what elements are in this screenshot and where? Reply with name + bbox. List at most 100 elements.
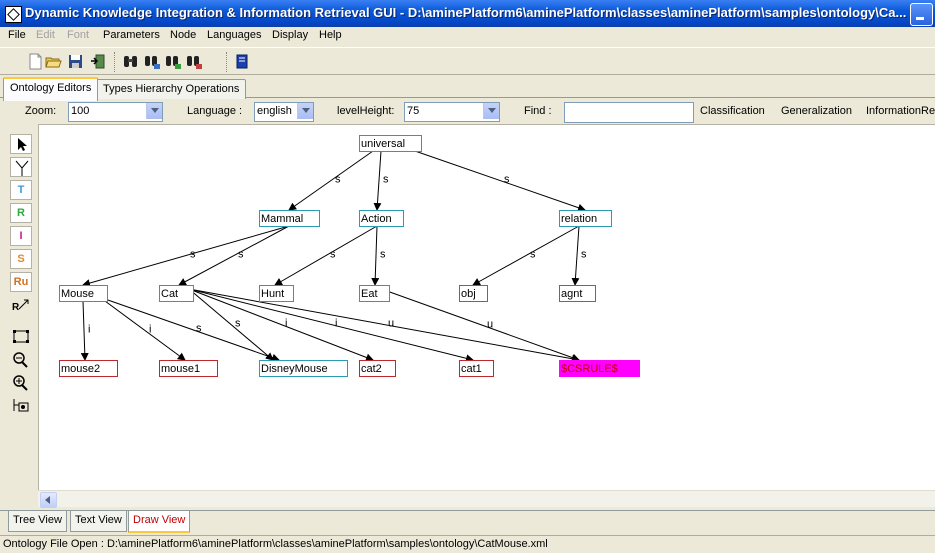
node-disneymouse[interactable]: DisneyMouse (259, 360, 348, 377)
language-combo[interactable]: english (254, 102, 314, 122)
title-bar: Dynamic Knowledge Integration & Informat… (0, 0, 935, 27)
node-cat1[interactable]: cat1 (459, 360, 494, 377)
node-eat[interactable]: Eat (359, 285, 390, 302)
zoom-in-icon[interactable] (10, 373, 32, 393)
scroll-left-button[interactable] (40, 492, 57, 508)
editor-tabs: Ontology Editors Types Hierarchy Operatio… (0, 76, 935, 101)
node-universal[interactable]: universal (359, 135, 422, 152)
node-mouse[interactable]: Mouse (59, 285, 108, 302)
rule-node-tool[interactable]: Ru (10, 272, 32, 292)
edge-universal-mammal[interactable] (288, 150, 374, 211)
binoculars-find-next-icon[interactable] (144, 53, 161, 70)
view-tab-draw-view[interactable]: Draw View (128, 511, 191, 533)
node-label: relation (561, 213, 597, 225)
information-retrieval-button[interactable]: InformationRet (866, 105, 935, 117)
pan-zoom-icon[interactable] (10, 396, 32, 416)
node-obj[interactable]: obj (459, 285, 488, 302)
app-icon (5, 6, 22, 23)
toolbar-separator (114, 52, 117, 72)
menu-parameters[interactable]: Parameters (103, 29, 160, 41)
edge-label: s (380, 249, 386, 261)
chevron-down-icon[interactable] (483, 103, 499, 119)
menu-file[interactable]: File (8, 29, 26, 41)
edge-label: s (335, 174, 341, 186)
window-title: Dynamic Knowledge Integration & Informat… (25, 5, 907, 20)
node-agnt[interactable]: agnt (559, 285, 596, 302)
edge-label: i (88, 324, 90, 336)
chevron-down-icon[interactable] (146, 103, 162, 119)
binoculars-find-prev-icon[interactable] (165, 53, 182, 70)
find-input[interactable] (564, 102, 694, 123)
menu-edit[interactable]: Edit (36, 29, 55, 41)
zoom-value: 100 (71, 105, 90, 117)
language-value: english (257, 105, 292, 117)
node-mouse2[interactable]: mouse2 (59, 360, 118, 377)
node-mouse1[interactable]: mouse1 (159, 360, 218, 377)
individual-node-tool[interactable]: I (10, 226, 32, 246)
node-action[interactable]: Action (359, 210, 404, 227)
edge-label: s (190, 249, 196, 261)
zoom-label: Zoom: (25, 105, 57, 117)
ontology-graph[interactable]: s s s s s s s s s i i s s i i u u universal Mammal Action r… (39, 125, 935, 490)
generalization-button[interactable]: Generalization (781, 105, 852, 117)
relation-node-tool[interactable]: R (10, 203, 32, 223)
draw-canvas[interactable]: s s s s s s s s s i i s s i i u u universal Mammal Action r… (38, 124, 935, 490)
menu-languages[interactable]: Languages (207, 29, 261, 41)
edge-mammal-cat[interactable] (178, 225, 290, 286)
new-file-icon[interactable] (27, 53, 44, 70)
situation-node-tool-label: S (17, 253, 25, 265)
menu-node[interactable]: Node (170, 29, 196, 41)
edge-relation-obj[interactable] (472, 225, 580, 286)
node-hunt[interactable]: Hunt (259, 285, 294, 302)
edge-relation-agnt[interactable] (571, 225, 580, 286)
menu-font[interactable]: Font (67, 29, 89, 41)
edge-action-hunt[interactable] (274, 225, 378, 286)
select-arrow-icon[interactable] (10, 134, 32, 154)
language-label: Language : (187, 105, 243, 117)
zoom-out-icon[interactable] (10, 350, 32, 370)
menu-help[interactable]: Help (319, 29, 342, 41)
node-relation[interactable]: relation (559, 210, 612, 227)
type-node-tool[interactable]: T (10, 180, 32, 200)
node-cat2[interactable]: cat2 (359, 360, 396, 377)
horizontal-scrollbar[interactable] (38, 490, 935, 508)
node-mammal[interactable]: Mammal (259, 210, 320, 227)
specialization-link-icon[interactable] (10, 157, 32, 177)
menu-display[interactable]: Display (272, 29, 308, 41)
classification-button[interactable]: Classification (700, 105, 765, 117)
edge-mammal-mouse[interactable] (82, 225, 290, 287)
exit-icon[interactable] (89, 53, 106, 70)
edge-label: u (487, 319, 493, 331)
binoculars-replace-icon[interactable] (186, 53, 203, 70)
minimize-button[interactable] (910, 3, 933, 26)
edge-action-eat[interactable] (371, 225, 380, 286)
level-height-combo[interactable]: 75 (404, 102, 500, 122)
type-node-tool-label: T (17, 184, 25, 196)
edge-mouse-disneymouse[interactable] (104, 298, 280, 362)
node-csrule[interactable]: $CSRULE$ (559, 360, 640, 377)
zoom-combo[interactable]: 100 (68, 102, 163, 122)
edge-label: s (383, 174, 389, 186)
individual-node-tool-label: I (19, 230, 23, 242)
node-label: $CSRULE$ (561, 363, 618, 375)
menu-bar: File Edit Font Parameters Node Languages Displ… (0, 27, 935, 46)
situation-node-tool[interactable]: S (10, 249, 32, 269)
save-icon[interactable] (67, 53, 84, 70)
view-tab-tree-view[interactable]: Tree View (8, 511, 67, 532)
edge-label: i (149, 324, 151, 336)
toolbar (0, 47, 935, 75)
edge-universal-relation[interactable] (414, 150, 586, 212)
fit-layout-icon[interactable] (10, 327, 32, 347)
help-book-icon[interactable] (234, 53, 251, 70)
binoculars-icon[interactable] (122, 53, 139, 70)
edge-link-icon[interactable]: R (10, 295, 32, 315)
view-tab-text-view[interactable]: Text View (70, 511, 127, 532)
open-folder-icon[interactable] (45, 53, 62, 70)
chevron-down-icon[interactable] (297, 103, 313, 119)
node-cat[interactable]: Cat (159, 285, 194, 302)
edge-universal-action[interactable] (373, 150, 382, 211)
tab-ontology-editors[interactable]: Ontology Editors (3, 77, 99, 101)
edge-mouse-mouse2[interactable] (80, 300, 89, 361)
edge-mouse-mouse1[interactable] (104, 300, 186, 361)
tab-types-hierarchy-operations[interactable]: Types Hierarchy Operations (96, 79, 247, 100)
